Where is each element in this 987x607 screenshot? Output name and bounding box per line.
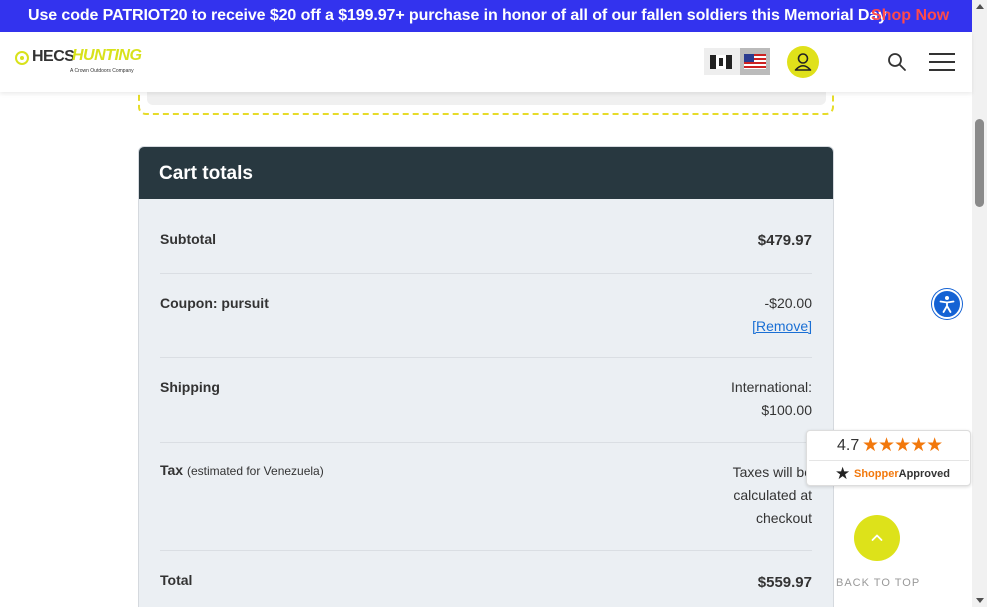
accessibility-icon	[939, 296, 955, 313]
us-flag-icon[interactable]	[744, 54, 766, 69]
site-logo[interactable]: HECS HUNTING A Crown Outdoors Company	[14, 46, 142, 80]
divider	[160, 357, 812, 358]
account-button[interactable]	[787, 46, 819, 78]
divider	[160, 442, 812, 443]
tax-label: Tax (estimated for Venezuela)	[160, 462, 324, 478]
shopper-approved-star-icon: ★	[835, 464, 851, 483]
cart-totals-panel: Cart totals Subtotal $479.97 Coupon: pur…	[138, 146, 834, 607]
canada-flag-icon[interactable]	[710, 55, 732, 69]
total-value: $559.97	[757, 574, 812, 591]
page-scrollbar[interactable]	[972, 0, 987, 607]
divider	[160, 550, 812, 551]
tax-value-line: Taxes will be	[732, 464, 812, 480]
tax-label-text: Tax	[160, 462, 184, 478]
cart-totals-header: Cart totals	[139, 147, 833, 199]
site-header: HECS HUNTING A Crown Outdoors Company	[0, 32, 972, 92]
accessibility-button[interactable]	[932, 289, 962, 319]
shipping-value-block: International: $100.00	[731, 376, 812, 422]
chevron-up-icon	[871, 534, 883, 541]
scroll-up-arrow-icon[interactable]	[976, 4, 984, 9]
country-switcher	[704, 48, 770, 75]
divider	[160, 273, 812, 274]
brand-prefix: Shopper	[854, 468, 899, 480]
tax-value-block: Taxes will be calculated at checkout	[733, 461, 812, 530]
tax-value-line: calculated at	[733, 487, 812, 503]
rating-stars-icon: ★★★★★	[862, 435, 943, 456]
brand-suffix: Approved	[898, 468, 950, 480]
cart-totals-title: Cart totals	[159, 163, 253, 184]
promo-text: Use code PATRIOT20 to receive $20 off a …	[28, 7, 887, 24]
coupon-label: Coupon: pursuit	[160, 295, 269, 311]
subtotal-label: Subtotal	[160, 231, 216, 247]
logo-text: HECS	[32, 48, 75, 65]
user-icon	[794, 53, 812, 71]
menu-icon[interactable]	[929, 51, 956, 72]
back-to-top-label[interactable]: BACK TO TOP	[836, 577, 920, 589]
subtotal-value: $479.97	[757, 232, 812, 249]
remove-coupon-link[interactable]: [Remove]	[752, 315, 812, 338]
scroll-down-arrow-icon[interactable]	[976, 598, 984, 603]
logo-accent-text: HUNTING	[72, 47, 142, 64]
scroll-thumb[interactable]	[975, 119, 984, 207]
promo-banner: Use code PATRIOT20 to receive $20 off a …	[0, 0, 972, 32]
divider	[809, 460, 969, 461]
search-icon[interactable]	[887, 52, 907, 72]
back-to-top-button[interactable]	[854, 515, 900, 561]
shipping-label: Shipping	[160, 379, 220, 395]
logo-tagline: A Crown Outdoors Company	[70, 68, 134, 74]
coupon-value: -$20.00	[764, 295, 812, 311]
rating-value: 4.7	[837, 437, 860, 454]
shopper-approved-brand: ShopperApproved	[854, 468, 950, 480]
coupon-value-block: -$20.00 [Remove]	[752, 292, 812, 338]
tax-value-line: checkout	[755, 510, 812, 526]
total-label: Total	[160, 572, 193, 588]
shop-now-link[interactable]: Shop Now	[871, 7, 949, 25]
tax-estimate-note: (estimated for Venezuela)	[186, 464, 324, 478]
logo-mark-icon	[15, 51, 29, 65]
shipping-value: $100.00	[761, 402, 812, 418]
shipping-method: International:	[731, 379, 812, 395]
shopper-approved-widget[interactable]: 4.7 ★★★★★ ★ ShopperApproved	[806, 430, 971, 486]
